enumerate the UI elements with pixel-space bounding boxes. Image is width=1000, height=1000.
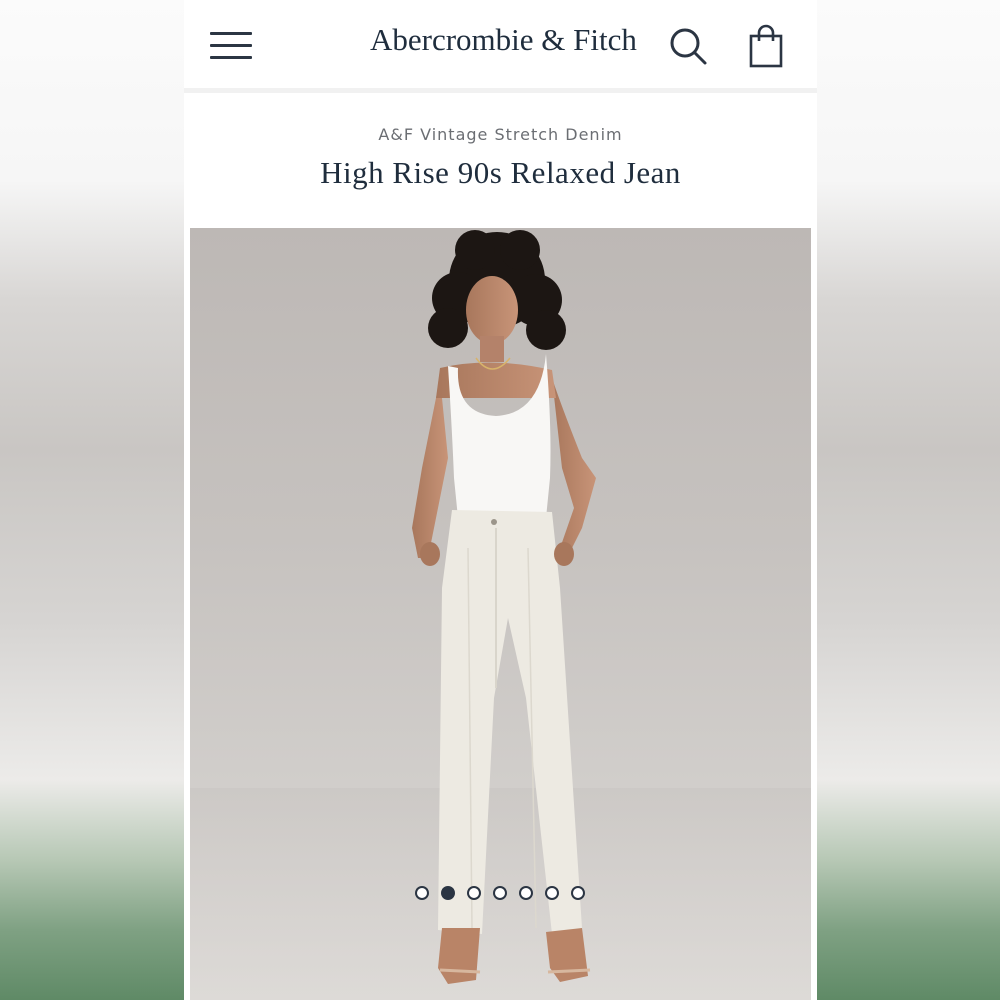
product-collection: A&F Vintage Stretch Denim — [378, 125, 623, 144]
carousel-indicator — [415, 886, 585, 904]
left-backdrop — [0, 0, 184, 1000]
carousel-dot-2-active[interactable] — [441, 886, 455, 900]
mobile-page: Abercrombie & Fitch A&F Vintage Stretch … — [184, 0, 817, 1000]
carousel-dot-5[interactable] — [519, 886, 533, 900]
right-backdrop — [817, 0, 1000, 1000]
carousel-dot-7[interactable] — [571, 886, 585, 900]
shopping-bag-icon[interactable] — [748, 24, 784, 68]
product-title: High Rise 90s Relaxed Jean — [320, 155, 681, 190]
product-heading: A&F Vintage Stretch Denim High Rise 90s … — [184, 93, 817, 227]
model-photo — [190, 230, 811, 1000]
carousel-dot-3[interactable] — [467, 886, 481, 900]
carousel-dot-4[interactable] — [493, 886, 507, 900]
site-header: Abercrombie & Fitch — [184, 0, 817, 93]
search-icon[interactable] — [668, 26, 708, 66]
hamburger-menu-icon[interactable] — [210, 30, 252, 62]
brand-logo[interactable]: Abercrombie & Fitch — [370, 22, 637, 58]
carousel-dot-6[interactable] — [545, 886, 559, 900]
product-image[interactable] — [190, 228, 811, 1000]
carousel-dot-1[interactable] — [415, 886, 429, 900]
